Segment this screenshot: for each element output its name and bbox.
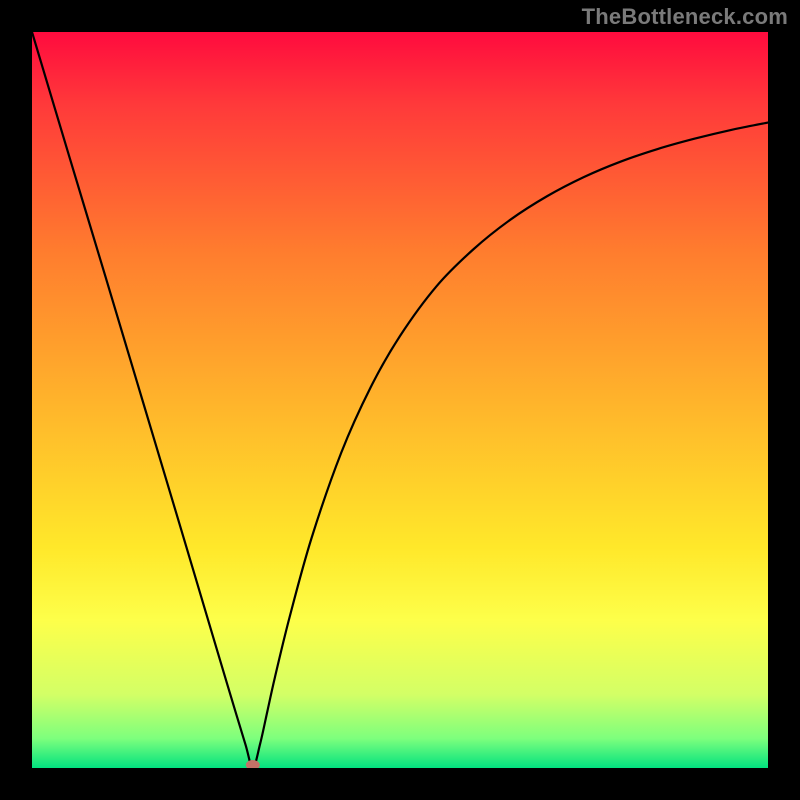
watermark-text: TheBottleneck.com bbox=[582, 4, 788, 30]
plot-area bbox=[32, 32, 768, 768]
chart-frame: TheBottleneck.com bbox=[0, 0, 800, 800]
chart-svg bbox=[32, 32, 768, 768]
